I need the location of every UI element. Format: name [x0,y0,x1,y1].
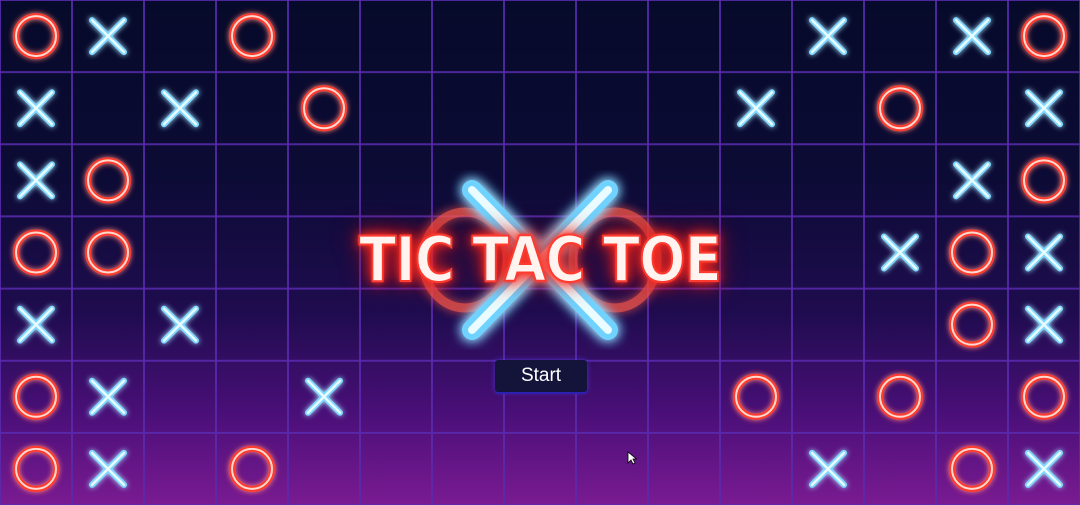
x-mark-icon [89,449,127,488]
game-title: TIC TAC TOE [358,223,723,297]
o-mark-icon [733,373,779,420]
x-mark-icon [737,89,775,128]
o-mark-icon [13,373,59,420]
o-mark-icon [949,445,995,492]
x-mark-icon [305,377,343,416]
o-mark-icon [229,445,275,492]
x-mark-icon [1025,89,1063,128]
x-mark-icon [1025,449,1063,488]
o-mark-icon [85,229,131,276]
o-mark-icon [877,373,923,420]
x-mark-icon [17,305,55,344]
o-mark-icon [301,85,347,132]
x-mark-icon [1025,305,1063,344]
x-mark-icon [953,17,991,56]
o-mark-icon [13,445,59,492]
x-mark-icon [17,161,55,200]
o-mark-icon [949,301,995,348]
x-mark-icon [881,233,919,272]
o-mark-icon [229,13,275,60]
game-scene: TIC TAC TOE Start [0,0,1080,505]
x-mark-icon [1025,233,1063,272]
o-mark-icon [13,229,59,276]
x-mark-icon [161,305,199,344]
mouse-pointer-icon [627,451,637,465]
start-button[interactable]: Start [495,360,587,392]
x-mark-icon [161,89,199,128]
x-mark-icon [809,17,847,56]
o-mark-icon [1021,13,1067,60]
o-mark-icon [85,157,131,204]
o-mark-icon [1021,157,1067,204]
x-mark-icon [17,89,55,128]
o-mark-icon [13,13,59,60]
o-mark-icon [877,85,923,132]
x-mark-icon [89,17,127,56]
x-mark-icon [89,377,127,416]
o-mark-icon [1021,373,1067,420]
x-mark-icon [953,161,991,200]
x-mark-icon [809,449,847,488]
o-mark-icon [949,229,995,276]
